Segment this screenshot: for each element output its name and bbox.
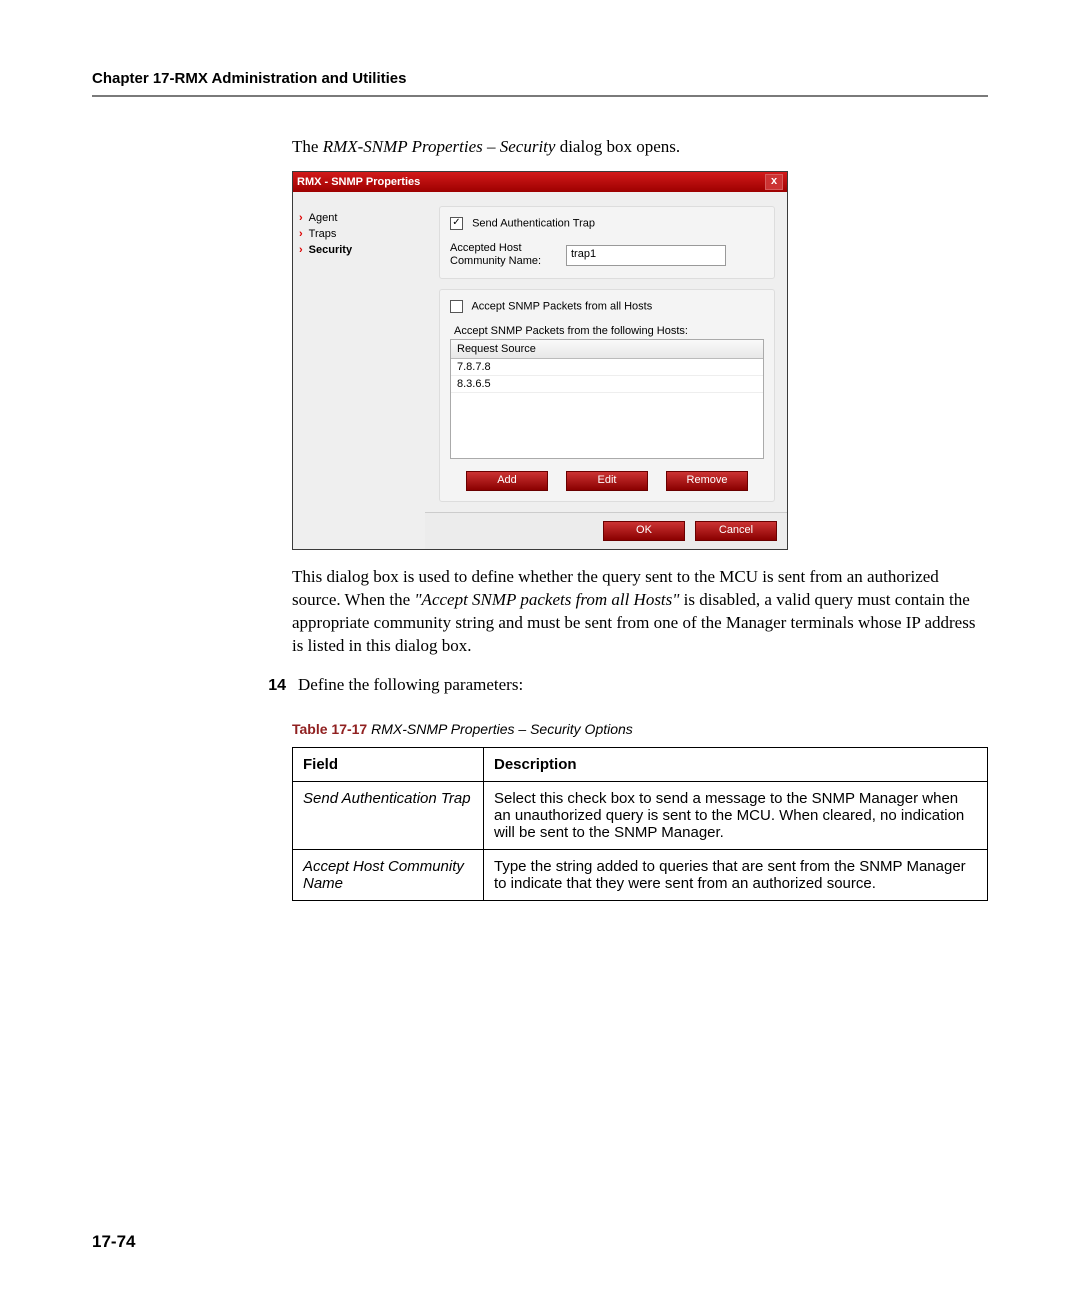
accept-all-label: Accept SNMP Packets from all Hosts: [471, 300, 652, 312]
intro-pre: The: [292, 137, 323, 156]
table-caption: Table 17-17 RMX-SNMP Properties – Securi…: [292, 721, 988, 737]
td-desc: Type the string added to queries that ar…: [484, 849, 988, 900]
description-paragraph: This dialog box is used to define whethe…: [292, 566, 988, 658]
intro-italic: RMX-SNMP Properties – Security: [323, 137, 556, 156]
dialog-nav: Agent Traps Security: [293, 192, 425, 549]
send-auth-checkbox[interactable]: ✓: [450, 217, 463, 230]
accept-all-checkbox[interactable]: [450, 300, 463, 313]
header-rule: [92, 95, 988, 97]
td-field: Send Authentication Trap: [293, 781, 484, 849]
th-field: Field: [293, 747, 484, 781]
remove-button[interactable]: Remove: [666, 471, 748, 491]
chapter-header: Chapter 17-RMX Administration and Utilit…: [92, 70, 988, 87]
close-icon[interactable]: x: [765, 174, 783, 190]
edit-button[interactable]: Edit: [566, 471, 648, 491]
nav-item-agent[interactable]: Agent: [299, 210, 419, 226]
page-number: 17-74: [92, 1232, 135, 1252]
intro-line: The RMX-SNMP Properties – Security dialo…: [292, 137, 988, 157]
community-name-input[interactable]: trap1: [566, 245, 726, 266]
nav-item-security[interactable]: Security: [299, 242, 419, 258]
td-desc: Select this check box to send a message …: [484, 781, 988, 849]
accept-all-row: Accept SNMP Packets from all Hosts: [450, 300, 764, 313]
community-name-label: Community Name:: [450, 255, 560, 268]
ok-button[interactable]: OK: [603, 521, 685, 541]
hosts-fieldset-title: Accept SNMP Packets from the following H…: [454, 325, 764, 337]
intro-post: dialog box opens.: [555, 137, 680, 156]
para-b-italic: "Accept SNMP packets from all Hosts": [414, 590, 679, 609]
send-auth-label: Send Authentication Trap: [472, 217, 595, 229]
send-auth-row: ✓ Send Authentication Trap: [450, 217, 764, 230]
dialog-title: RMX - SNMP Properties: [297, 176, 420, 188]
nav-item-traps[interactable]: Traps: [299, 226, 419, 242]
table-row[interactable]: 8.3.6.5: [451, 376, 763, 393]
th-description: Description: [484, 747, 988, 781]
accepted-host-label: Accepted Host: [450, 242, 560, 255]
add-button[interactable]: Add: [466, 471, 548, 491]
snmp-properties-dialog: RMX - SNMP Properties x Agent Traps Secu…: [292, 171, 788, 550]
table-number: Table 17-17: [292, 721, 367, 737]
td-field: Accept Host Community Name: [293, 849, 484, 900]
hosts-table: Request Source 7.8.7.8 8.3.6.5: [450, 339, 764, 459]
cancel-button[interactable]: Cancel: [695, 521, 777, 541]
table-caption-text: RMX-SNMP Properties – Security Options: [367, 721, 633, 737]
options-table: Field Description Send Authentication Tr…: [292, 747, 988, 901]
dialog-title-bar: RMX - SNMP Properties x: [293, 172, 787, 192]
step-text: Define the following parameters:: [298, 675, 523, 695]
hosts-table-header[interactable]: Request Source: [451, 340, 763, 359]
step-number: 14: [262, 677, 286, 695]
table-row[interactable]: 7.8.7.8: [451, 359, 763, 376]
